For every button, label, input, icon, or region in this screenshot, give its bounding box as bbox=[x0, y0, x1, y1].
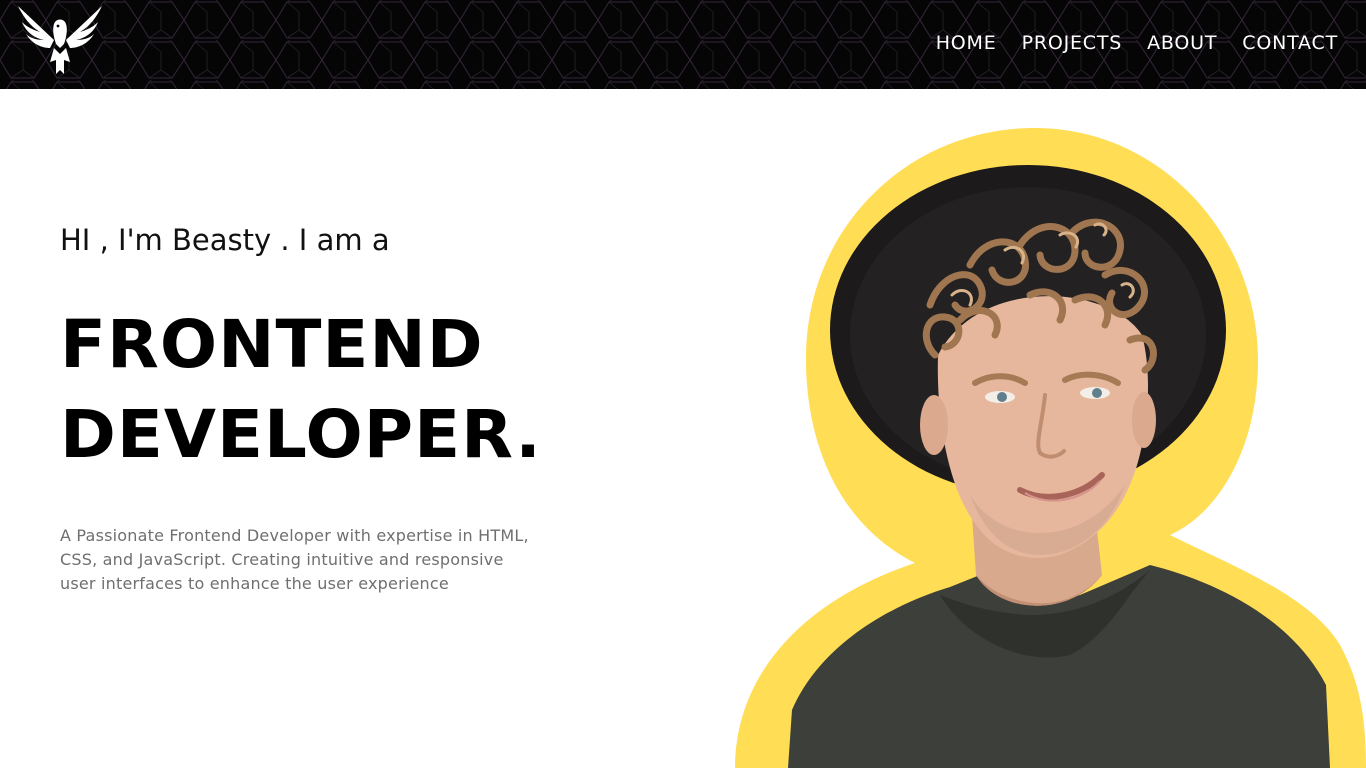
nav-about-link[interactable]: ABOUT bbox=[1147, 30, 1217, 56]
profile-portrait bbox=[735, 128, 1366, 768]
role-line-1: FRONTEND bbox=[60, 306, 484, 383]
main-nav: HOME PROJECTS ABOUT CONTACT bbox=[936, 30, 1338, 56]
nav-home-link[interactable]: HOME bbox=[936, 30, 997, 56]
hero-greeting: HI , I'm Beasty . I am a bbox=[60, 223, 390, 257]
hero-section: HI , I'm Beasty . I am a FRONTEND DEVELO… bbox=[60, 218, 580, 596]
site-header: HOME PROJECTS ABOUT CONTACT bbox=[0, 0, 1366, 89]
phoenix-logo-icon[interactable] bbox=[14, 4, 106, 82]
hero-role-title: FRONTEND DEVELOPER. bbox=[60, 300, 590, 480]
hero-description: A Passionate Frontend Developer with exp… bbox=[60, 526, 529, 593]
nav-projects-link[interactable]: PROJECTS bbox=[1022, 30, 1123, 56]
nav-contact-link[interactable]: CONTACT bbox=[1242, 30, 1338, 56]
role-line-2: DEVELOPER. bbox=[60, 396, 542, 473]
